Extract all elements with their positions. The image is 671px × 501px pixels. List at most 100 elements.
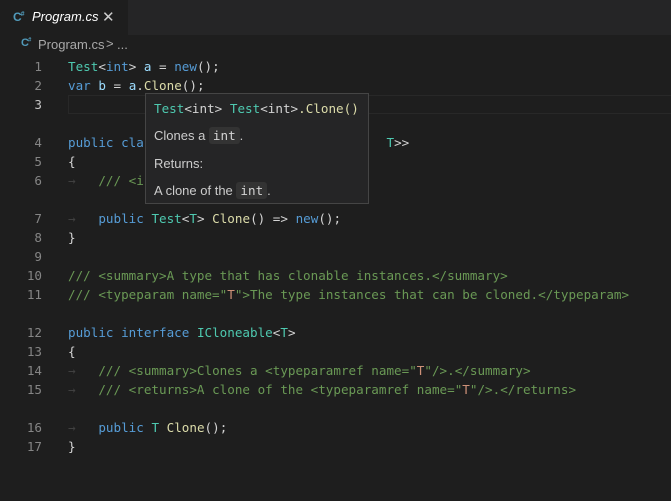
code-text[interactable]: public Test<T> Clone() => new();	[68, 209, 341, 228]
code-token: "/>.</returns>	[469, 382, 577, 397]
code-token: {	[68, 154, 76, 169]
line-number: 5	[34, 154, 42, 169]
code-line[interactable]: 16 → public T Clone();	[0, 418, 671, 437]
code-token: Clone	[143, 78, 182, 93]
hover-ret-suffix: .	[267, 183, 271, 198]
code-token: interface	[121, 325, 190, 340]
hover-ret-code: int	[236, 182, 268, 199]
line-number: 7	[34, 211, 42, 226]
code-token: public	[98, 211, 144, 226]
code-text[interactable]: public T Clone();	[68, 418, 227, 437]
code-token: T	[280, 325, 288, 340]
code-token: "/>.</summary>	[424, 363, 531, 378]
code-token: Clone	[212, 211, 251, 226]
code-token: int	[105, 59, 129, 74]
code-text[interactable]: /// <returns>A clone of the <typeparamre…	[68, 380, 576, 399]
code-token: >	[196, 211, 213, 226]
hover-signature: Test<int> Test<int>.Clone()	[154, 101, 359, 116]
code-token: new	[295, 211, 319, 226]
code-token: ();	[204, 420, 228, 435]
code-line[interactable]: 11 /// <typeparam name="T">The type insta…	[0, 285, 671, 304]
hover-returns-label: Returns:	[154, 156, 204, 171]
code-text[interactable]: /// <typeparam name="T">The type instanc…	[68, 285, 629, 304]
code-line[interactable]: 13 {	[0, 342, 671, 361]
code-token: =	[105, 78, 129, 93]
code-token: new	[174, 59, 197, 74]
code-token: ();	[181, 78, 205, 93]
code-line[interactable]: 7 → public Test<T> Clone() => new();	[0, 209, 671, 228]
code-line[interactable]: 12 public interface ICloneable<T>	[0, 323, 671, 342]
tab-title[interactable]: Program.cs	[32, 9, 98, 24]
hover-tooltip: Test<int> Test<int>.Clone() Clones a int…	[145, 93, 369, 204]
code-token: T	[386, 135, 395, 150]
code-token: cla	[121, 135, 144, 150]
line-number: 15	[26, 382, 42, 397]
code-line[interactable]: 14 → /// <summary>Clones a <typeparamref …	[0, 361, 671, 380]
line-number: 13	[26, 344, 42, 359]
line-number: 9	[34, 249, 42, 264]
hover-desc-suffix: .	[239, 128, 244, 143]
code-text[interactable]: public interface ICloneable<T>	[68, 323, 296, 342]
code-token: ">The type instances that can be cloned.…	[234, 287, 630, 302]
csharp-icon: C#	[13, 10, 25, 24]
code-text[interactable]: /// <summary>Clones a <typeparamref name…	[68, 361, 531, 380]
line-number: 4	[34, 135, 42, 150]
code-token: public	[98, 420, 144, 435]
code-text[interactable]: /// <summary>A type that has clonable in…	[68, 266, 508, 285]
tab-bar: C# Program.cs ✕	[0, 0, 671, 35]
code-token: Clone	[166, 420, 205, 435]
breadcrumb: C# Program.cs > ...	[0, 35, 671, 57]
code-token: public	[68, 135, 114, 150]
code-line[interactable]: 10 /// <summary>A type that has clonable …	[0, 266, 671, 285]
code-token: /// <returns>A clone of the <typeparamre…	[98, 382, 463, 397]
code-token: /// <summary>A type that has clonable in…	[68, 268, 508, 283]
breadcrumb-file[interactable]: Program.cs	[38, 37, 104, 52]
code-line[interactable]: 17}	[0, 437, 671, 456]
hover-sig-method: .Clone()	[298, 101, 359, 116]
chevron-right-icon: >	[106, 36, 114, 51]
tab-program-cs[interactable]: C# Program.cs ✕	[0, 0, 128, 35]
code-text[interactable]: }	[68, 437, 76, 456]
code-text[interactable]: /// <i	[68, 171, 144, 190]
line-number: 17	[26, 439, 42, 454]
code-token: Test	[68, 59, 99, 74]
code-token: /// <i	[98, 173, 144, 188]
code-text[interactable]: Test<int> a = new();	[68, 57, 220, 76]
code-token: T	[151, 420, 160, 435]
code-line[interactable]: 15 → /// <returns>A clone of the <typepar…	[0, 380, 671, 399]
code-token: .	[136, 78, 144, 93]
code-token: /// <typeparam name="	[68, 287, 228, 302]
line-number: 16	[26, 420, 42, 435]
code-token: {	[68, 344, 76, 359]
code-token: ();	[318, 211, 342, 226]
code-line[interactable]: 8}	[0, 228, 671, 247]
code-line[interactable]: 9	[0, 247, 671, 266]
code-token: Test	[151, 211, 182, 226]
csharp-icon: C#	[21, 37, 31, 49]
code-line[interactable]: 1 Test<int> a = new();	[0, 57, 671, 76]
code-token: public	[68, 325, 114, 340]
code-text[interactable]: {	[68, 342, 76, 361]
line-number: 10	[26, 268, 42, 283]
code-text[interactable]: }	[68, 228, 76, 247]
code-token: b	[98, 78, 106, 93]
line-number: 14	[26, 363, 42, 378]
breadcrumb-more[interactable]: ...	[117, 37, 128, 52]
code-token: T	[189, 211, 197, 226]
code-token: }	[68, 230, 76, 245]
hover-sig-generic: <int>	[260, 101, 299, 116]
close-icon[interactable]: ✕	[102, 8, 115, 26]
line-number: 1	[34, 59, 42, 74]
code-text[interactable]: {	[68, 152, 76, 171]
hover-sig-type: Test	[154, 101, 185, 116]
code-token: () =>	[250, 211, 296, 226]
line-number: 2	[34, 78, 42, 93]
code-token: >	[128, 59, 144, 74]
